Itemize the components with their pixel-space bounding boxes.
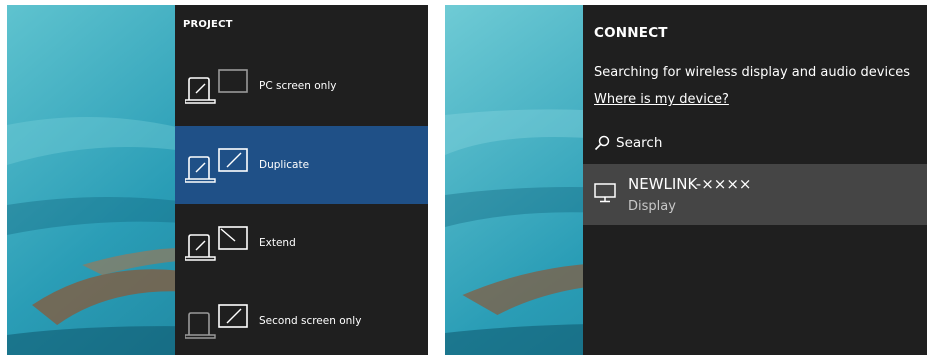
- connect-screenshot: CONNECT Searching for wireless display a…: [445, 5, 927, 355]
- project-option-label: PC screen only: [259, 80, 337, 92]
- project-option-label: Extend: [259, 237, 296, 249]
- device-type: Display: [628, 199, 676, 214]
- project-option-label: Second screen only: [259, 315, 362, 327]
- project-option-duplicate[interactable]: Duplicate: [175, 126, 428, 204]
- connect-title: CONNECT: [594, 25, 668, 41]
- project-title: PROJECT: [183, 19, 233, 30]
- project-screenshot: PROJECT PC screen only Duplicate Extend …: [7, 5, 428, 355]
- project-option-label: Duplicate: [259, 159, 310, 171]
- search-label: Search: [616, 135, 663, 151]
- project-option-extend[interactable]: Extend: [175, 204, 428, 282]
- device-list-item[interactable]: NEWLINK-×××× Display: [583, 164, 927, 225]
- where-is-my-device-link[interactable]: Where is my device?: [594, 92, 729, 107]
- connect-flyout: CONNECT Searching for wireless display a…: [583, 5, 927, 355]
- extend-icon: [185, 226, 248, 261]
- project-flyout: PROJECT PC screen only Duplicate Extend …: [175, 5, 428, 355]
- duplicate-icon: [185, 148, 248, 183]
- project-option-second-screen-only[interactable]: Second screen only: [175, 282, 428, 355]
- second-screen-only-icon: [185, 304, 248, 339]
- connect-status-text: Searching for wireless display and audio…: [594, 65, 911, 80]
- search-icon: [594, 135, 610, 151]
- project-option-pc-screen-only[interactable]: PC screen only: [175, 47, 428, 125]
- monitor-icon: [594, 183, 616, 203]
- search-button[interactable]: Search: [594, 133, 662, 153]
- pc-screen-only-icon: [185, 69, 248, 104]
- device-name: NEWLINK-××××: [628, 175, 752, 193]
